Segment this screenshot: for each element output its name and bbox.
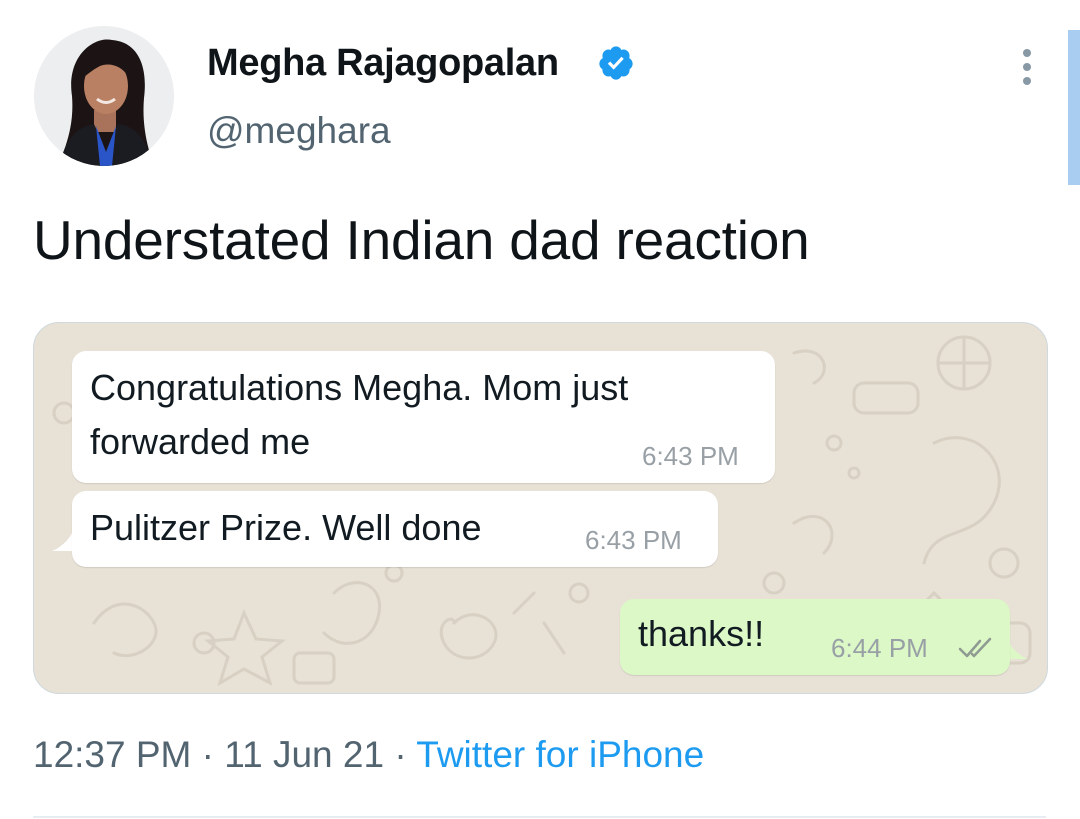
tweet-text: Understated Indian dad reaction — [33, 209, 810, 271]
message-text: forwarded me — [90, 421, 311, 462]
double-check-icon — [958, 637, 994, 659]
user-handle[interactable]: @meghara — [207, 110, 391, 152]
more-vertical-icon[interactable] — [1010, 46, 1044, 88]
meta-separator: · — [394, 734, 407, 775]
divider — [33, 816, 1046, 818]
tweet-time[interactable]: 12:37 PM — [33, 734, 191, 775]
message-bubble-incoming[interactable]: Congratulations Megha. Mom just forwarde… — [72, 351, 775, 483]
message-bubble-outgoing[interactable]: thanks!! 6:44 PM — [620, 599, 1010, 675]
incoming-bubble-tail — [52, 529, 74, 551]
tweet-source-link[interactable]: Twitter for iPhone — [416, 734, 704, 775]
scroll-indicator[interactable] — [1068, 30, 1080, 185]
chat-screenshot-image[interactable]: Congratulations Megha. Mom just forwarde… — [33, 322, 1048, 694]
message-timestamp: 6:43 PM — [585, 525, 682, 555]
tweet-date[interactable]: 11 Jun 21 — [224, 734, 384, 775]
message-text: Pulitzer Prize. Well done — [90, 507, 482, 548]
message-bubble-incoming[interactable]: Pulitzer Prize. Well done 6:43 PM — [72, 491, 718, 567]
tweet-meta: 12:37 PM · 11 Jun 21 · Twitter for iPhon… — [33, 734, 704, 776]
display-name[interactable]: Megha Rajagopalan — [207, 42, 559, 85]
message-timestamp: 6:43 PM — [642, 441, 739, 471]
message-text: thanks!! — [638, 613, 765, 654]
verified-badge-icon — [597, 44, 635, 82]
meta-separator: · — [201, 734, 214, 775]
message-text: Congratulations Megha. Mom just — [90, 367, 629, 408]
message-timestamp: 6:44 PM — [831, 633, 928, 663]
avatar[interactable] — [34, 26, 174, 166]
